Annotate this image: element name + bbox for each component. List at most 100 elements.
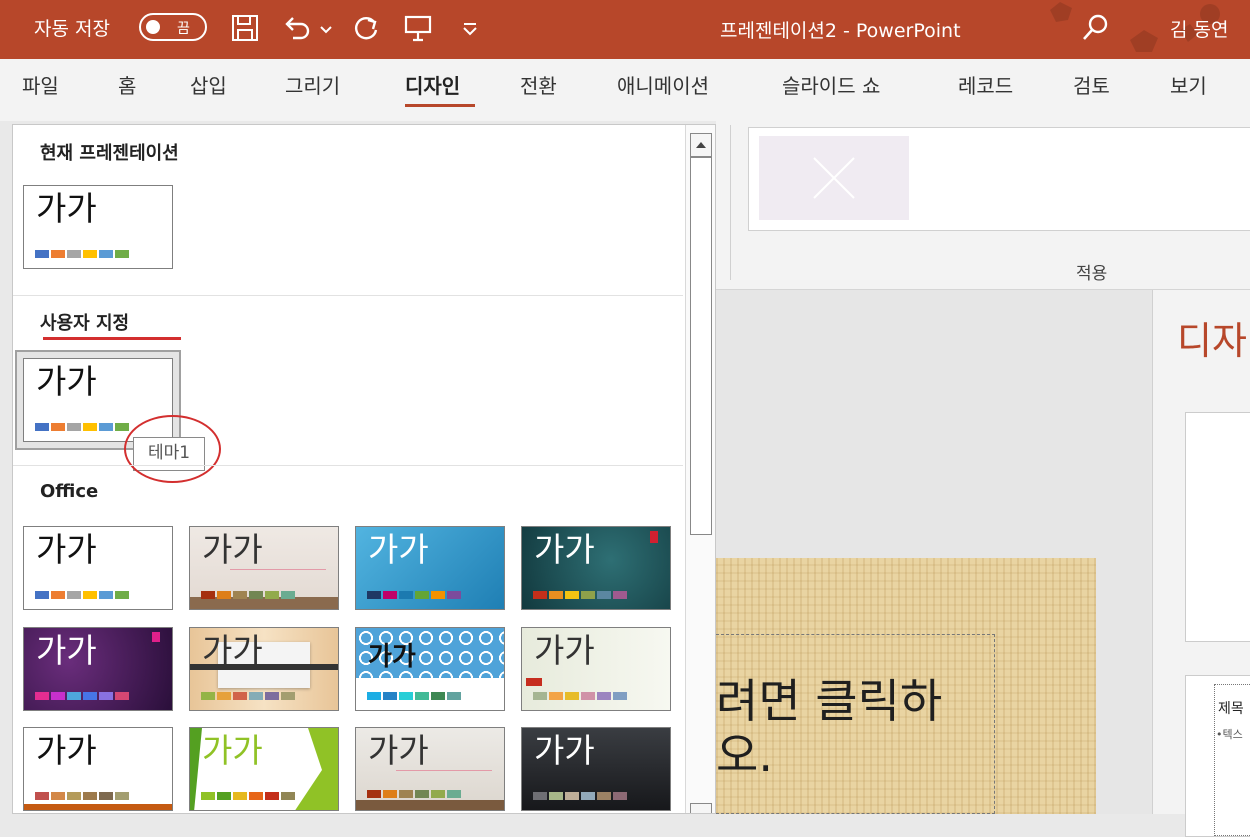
design-idea-text: •텍스 — [1216, 728, 1243, 741]
theme-thumb-4[interactable]: 가가 — [521, 526, 671, 610]
theme-floor — [356, 800, 504, 810]
slide-canvas[interactable]: 려면 클릭하 오. — [716, 558, 1096, 814]
section-separator — [13, 295, 683, 296]
presentation-icon[interactable] — [402, 12, 434, 44]
theme-color-bars — [35, 250, 131, 258]
annotation-underline — [43, 337, 181, 340]
title-text-line2: 오. — [716, 728, 773, 782]
theme-thumb-5[interactable]: 가가 — [23, 627, 173, 711]
theme-bottom-band — [24, 804, 172, 810]
theme-sample-text: 가가 — [368, 642, 416, 672]
ribbon-tabs: 파일 홈 삽입 그리기 디자인 전환 애니메이션 슬라이드 쇼 레코드 검토 보… — [0, 59, 1250, 121]
customize-dropdown-icon[interactable] — [458, 12, 482, 44]
scroll-up-button[interactable] — [690, 133, 712, 157]
theme-sample-text: 가가 — [36, 530, 97, 569]
document-title: 프레젠테이션2 - PowerPoint — [720, 20, 961, 42]
theme-thumb-3[interactable]: 가가 — [355, 526, 505, 610]
theme-thumb-6[interactable]: 가가 — [189, 627, 339, 711]
theme-sample-text: 가가 — [36, 731, 97, 770]
tab-review[interactable]: 검토 — [1073, 70, 1110, 99]
theme-thumb-11[interactable]: 가가 — [355, 727, 505, 811]
theme-accent-line — [396, 770, 492, 771]
design-idea-title: 제목 — [1218, 701, 1244, 717]
theme-thumb-12[interactable]: 가가 — [521, 727, 671, 811]
theme-sample-text: 가가 — [202, 631, 263, 670]
toggle-knob — [146, 20, 160, 34]
theme-thumb-10[interactable]: 가가 — [189, 727, 339, 811]
section-separator — [13, 465, 683, 466]
apply-group-label: 적용 — [1076, 264, 1108, 284]
theme-color-bars — [201, 792, 297, 800]
theme-accent-tag — [650, 531, 658, 543]
theme-sample-text: 가가 — [36, 189, 97, 228]
theme-color-bars — [35, 792, 131, 800]
theme-accent-tag — [152, 632, 160, 642]
autosave-toggle[interactable]: 끔 — [139, 13, 207, 41]
redo-icon[interactable] — [350, 12, 382, 44]
placeholder-x-icon — [813, 157, 855, 199]
undo-icon[interactable] — [281, 12, 313, 44]
theme-thumb-9[interactable]: 가가 — [23, 727, 173, 811]
theme-color-bars — [35, 423, 131, 431]
ribbon-body: 적용 — [716, 121, 1250, 290]
tab-transitions[interactable]: 전환 — [520, 70, 557, 99]
design-idea-1[interactable] — [1185, 412, 1250, 642]
theme-thumb-current[interactable]: 가가 — [23, 185, 173, 269]
title-text-line1: 려면 클릭하 — [716, 674, 943, 728]
tab-slideshow[interactable]: 슬라이드 쇼 — [782, 70, 880, 99]
scroll-thumb[interactable] — [690, 157, 712, 535]
gallery-scrollbar[interactable] — [685, 125, 715, 813]
scroll-up-icon — [696, 142, 706, 148]
design-idea-2[interactable]: 제목 •텍스 — [1185, 675, 1250, 837]
save-icon[interactable] — [229, 12, 261, 44]
theme-color-bars — [367, 692, 463, 700]
tab-design[interactable]: 디자인 — [405, 70, 460, 99]
title-bar: 자동 저장 끔 프레젠테이션2 - PowerPoint 김 동연 — [0, 0, 1250, 59]
theme-sample-text: 가가 — [534, 731, 595, 770]
ribbon-divider — [730, 125, 731, 280]
theme-sample-text: 가가 — [534, 631, 595, 670]
theme-accent-line — [230, 569, 326, 570]
theme-thumb-2[interactable]: 가가 — [189, 526, 339, 610]
theme-ribbon — [526, 678, 542, 686]
section-current-presentation: 현재 프레젠테이션 — [40, 143, 179, 164]
theme-sample-text: 가가 — [36, 631, 97, 670]
theme-thumb-7[interactable]: 가가 — [355, 627, 505, 711]
tab-record[interactable]: 레코드 — [958, 70, 1013, 99]
designer-pane: 디자 제목 •텍스 — [1152, 290, 1250, 837]
tab-animations[interactable]: 애니메이션 — [617, 70, 709, 99]
theme-color-bars — [201, 591, 297, 599]
section-office: Office — [40, 481, 99, 502]
theme-sample-text: 가가 — [202, 530, 263, 569]
theme-sample-text: 가가 — [534, 530, 595, 569]
tab-home[interactable]: 홈 — [118, 70, 136, 99]
variant-thumbnail[interactable] — [759, 136, 909, 220]
variants-gallery[interactable] — [748, 127, 1250, 231]
theme-color-bars — [533, 692, 629, 700]
annotation-circle — [124, 415, 221, 483]
theme-color-bars — [533, 792, 629, 800]
theme-color-bars — [367, 591, 463, 599]
theme-sample-text: 가가 — [368, 731, 429, 770]
designer-heading: 디자 — [1177, 319, 1247, 363]
undo-dropdown-icon[interactable] — [316, 12, 336, 44]
tab-insert[interactable]: 삽입 — [190, 70, 227, 99]
theme-sample-text: 가가 — [202, 731, 263, 770]
tab-view[interactable]: 보기 — [1170, 70, 1207, 99]
theme-gallery-dropdown: 현재 프레젠테이션 가가 사용자 지정 가가 테마1 Office 가가 가가 … — [12, 124, 716, 814]
theme-thumb-8[interactable]: 가가 — [521, 627, 671, 711]
autosave-label: 자동 저장 — [34, 18, 110, 40]
theme-sample-text: 가가 — [36, 362, 97, 401]
theme-color-bars — [367, 790, 463, 798]
scroll-down-button[interactable] — [690, 803, 712, 813]
theme-color-bars — [201, 692, 297, 700]
autosave-state: 끔 — [177, 21, 190, 37]
tab-file[interactable]: 파일 — [22, 70, 59, 99]
title-placeholder-text: 려면 클릭하 오. — [716, 674, 942, 782]
theme-thumb-office[interactable]: 가가 — [23, 526, 173, 610]
active-tab-indicator — [405, 104, 475, 107]
tab-draw[interactable]: 그리기 — [285, 70, 340, 99]
user-name[interactable]: 김 동연 — [1170, 15, 1228, 42]
search-icon[interactable] — [1080, 12, 1112, 44]
theme-color-bars — [35, 692, 131, 700]
